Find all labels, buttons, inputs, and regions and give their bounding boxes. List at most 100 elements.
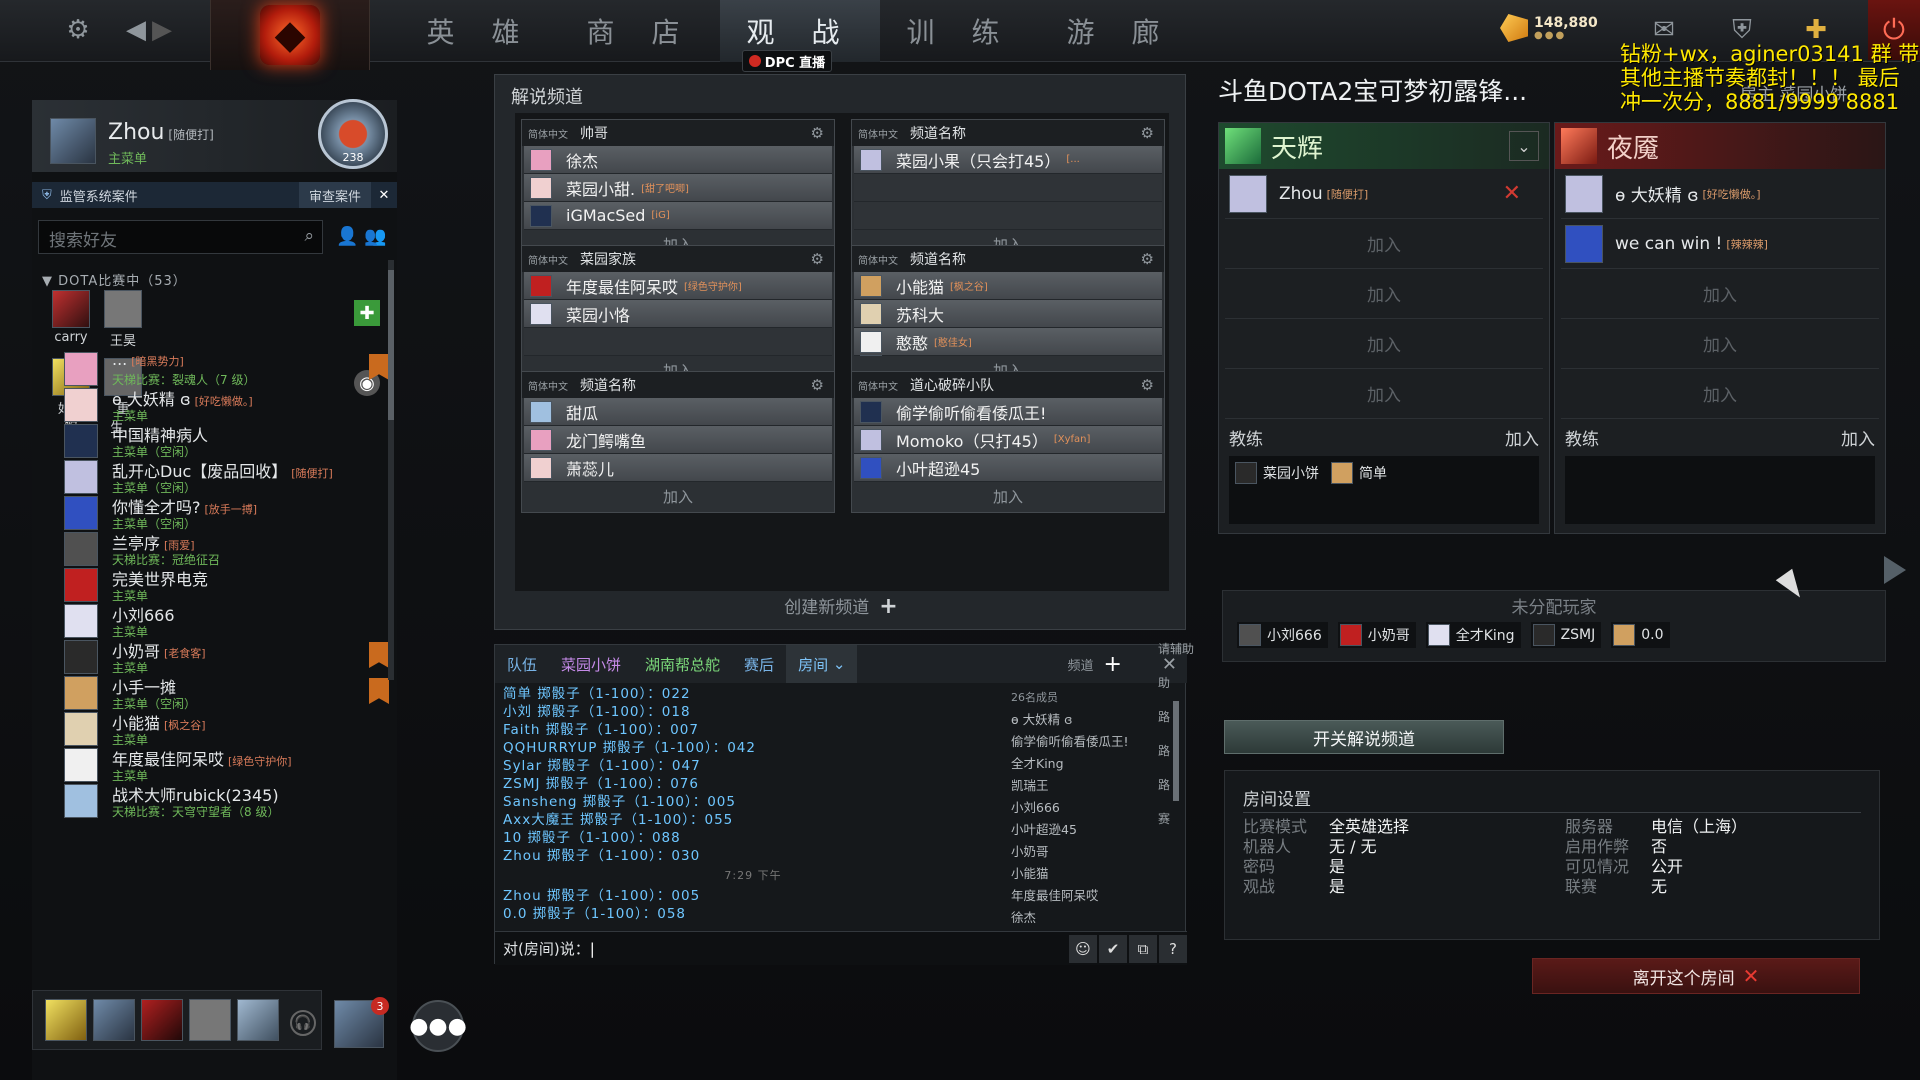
caster-slot[interactable]: 萧蕊儿 <box>524 454 832 482</box>
unassigned-player[interactable]: ZSMJ <box>1530 622 1602 648</box>
friend-avatar[interactable] <box>64 568 98 602</box>
player-slot[interactable]: ɵ 大妖精 ɞ [好吃懒做。] <box>1561 169 1879 219</box>
bookmark-icon[interactable] <box>369 354 389 380</box>
close-icon[interactable]: ✕ <box>371 182 397 208</box>
party-avatar[interactable] <box>237 999 279 1041</box>
join-slot-button[interactable]: 加入 <box>1561 269 1879 319</box>
friend-avatar[interactable] <box>64 748 98 782</box>
member-name[interactable]: 偷学偷听偷看倭瓜王! <box>1011 731 1171 753</box>
tab-guild[interactable]: 湖南帮总舵 <box>633 645 732 683</box>
gear-icon[interactable]: ⚙ <box>1141 124 1154 142</box>
nav-heroes[interactable]: 英 雄 <box>400 0 560 62</box>
coach[interactable]: 简单 <box>1331 462 1387 484</box>
caster-slot[interactable]: 菜园小果（只会打45） [... <box>854 146 1162 174</box>
player-slot[interactable]: Zhou [随便打] ✕ <box>1225 169 1543 219</box>
empty-caster-slot[interactable] <box>854 174 1162 202</box>
member-scrollbar[interactable] <box>1173 701 1179 801</box>
tab-room[interactable]: 房间 ⌄ <box>786 645 858 683</box>
voice-headset-icon[interactable]: 🎧 <box>290 1010 316 1036</box>
toggle-broadcast-button[interactable]: 开关解说频道 <box>1224 720 1504 754</box>
add-channel-icon[interactable]: + <box>1103 652 1121 677</box>
friend-search-input[interactable]: 搜索好友 ⌕ <box>38 220 323 254</box>
caster-slot[interactable]: 菜园小恪 <box>524 300 832 328</box>
popout-icon[interactable]: ⧉ <box>1129 934 1157 963</box>
gear-icon[interactable]: ⚙ <box>811 250 824 268</box>
chat-input[interactable]: 对(房间)说： | ☺ ✔ ⧉ ? <box>495 931 1187 965</box>
friend-avatar[interactable] <box>64 784 98 818</box>
member-name[interactable]: 小叶超逊45 <box>1011 819 1171 841</box>
coach[interactable]: 菜园小饼 <box>1235 462 1319 484</box>
unassigned-player[interactable]: 0.0 <box>1611 622 1670 648</box>
member-name[interactable]: ɵ 大妖精 ɞ <box>1011 709 1171 731</box>
caster-slot[interactable]: 小叶超逊45 <box>854 454 1162 482</box>
join-channel-button[interactable]: 加入 <box>522 482 834 510</box>
party-avatar[interactable] <box>45 999 87 1041</box>
tab-postgame[interactable]: 赛后 <box>732 645 786 683</box>
invite-plus-icon[interactable]: ✚ <box>354 300 380 326</box>
create-channel-button[interactable]: 创建新频道 + <box>495 593 1187 619</box>
party-avatar[interactable] <box>141 999 183 1041</box>
help-icon[interactable]: ? <box>1159 934 1187 963</box>
search-icon[interactable]: ⌕ <box>304 226 314 246</box>
member-name[interactable]: 年度最佳阿呆哎 <box>1011 885 1171 907</box>
nav-learn[interactable]: 训 练 <box>880 0 1040 62</box>
member-name[interactable]: 徐杰 <box>1011 907 1171 923</box>
emoji-icon[interactable]: ☺ <box>1069 934 1097 963</box>
empty-caster-slot[interactable] <box>854 202 1162 230</box>
join-slot-button[interactable]: 加入 <box>1225 319 1543 369</box>
member-name[interactable]: 凯瑞王 <box>1011 775 1171 797</box>
unassigned-player[interactable]: 全才King <box>1425 622 1521 648</box>
empty-caster-slot[interactable] <box>524 328 832 356</box>
check-icon[interactable]: ✔ <box>1099 934 1127 963</box>
friend-avatar[interactable] <box>64 640 98 674</box>
caster-slot[interactable]: 龙门鳄嘴鱼 <box>524 426 832 454</box>
caster-slot[interactable]: 甜瓜 <box>524 398 832 426</box>
next-arrow-icon[interactable] <box>1884 556 1906 584</box>
gear-icon[interactable]: ⚙ <box>1141 376 1154 394</box>
rank-medal-icon[interactable]: 238 <box>309 94 397 174</box>
member-name[interactable]: 小刘666 <box>1011 797 1171 819</box>
caster-slot[interactable]: Momoko（只打45） [Xyfan] <box>854 426 1162 454</box>
review-case-button[interactable]: 审查案件 <box>298 182 371 208</box>
unassigned-player[interactable]: 小刘666 <box>1237 622 1328 648</box>
caster-slot[interactable]: 憨憨 [憨佳女] <box>854 328 1162 356</box>
add-friend-icon[interactable]: 👤 <box>336 226 358 247</box>
join-channel-button[interactable]: 加入 <box>852 482 1164 510</box>
party-invites[interactable]: 3 <box>334 997 389 1048</box>
caster-slot[interactable]: 徐杰 <box>524 146 832 174</box>
caster-slot[interactable]: iGMacSed [iG] <box>524 202 832 230</box>
kick-icon[interactable]: ✕ <box>1503 181 1521 206</box>
nav-store[interactable]: 商 店 <box>560 0 720 62</box>
friend-avatar[interactable] <box>64 676 98 710</box>
my-profile[interactable]: Zhou [随便打] 主菜单 238 <box>32 99 397 172</box>
group-header[interactable]: ▼ DOTA比赛中（53） <box>42 270 187 289</box>
join-slot-button[interactable]: 加入 <box>1561 369 1879 419</box>
member-name[interactable]: 小能猫 <box>1011 863 1171 885</box>
bookmark-icon[interactable] <box>369 642 389 668</box>
leave-lobby-button[interactable]: 离开这个房间 ✕ <box>1532 958 1860 994</box>
party-avatar[interactable] <box>93 999 135 1041</box>
chevron-down-icon[interactable]: ⌄ <box>1509 131 1539 161</box>
gear-icon[interactable]: ⚙ <box>811 124 824 142</box>
friend-avatar[interactable] <box>64 424 98 458</box>
friend-list-scrollbar[interactable] <box>388 260 394 680</box>
friend-avatar[interactable] <box>64 352 98 386</box>
caster-slot[interactable]: 苏科大 <box>854 300 1162 328</box>
member-name[interactable]: 小奶哥 <box>1011 841 1171 863</box>
friend-avatar[interactable] <box>64 388 98 422</box>
friend-avatar[interactable] <box>64 496 98 530</box>
friend-avatar[interactable] <box>64 532 98 566</box>
member-name[interactable]: 全才King <box>1011 753 1171 775</box>
nav-arcade[interactable]: 游 廊 <box>1040 0 1200 62</box>
friend-avatar[interactable] <box>64 460 98 494</box>
party-avatar[interactable] <box>189 999 231 1041</box>
settings-gear-icon[interactable]: ⚙ <box>62 14 94 46</box>
coach-join-button[interactable]: 加入 <box>1841 425 1875 450</box>
join-slot-button[interactable]: 加入 <box>1225 269 1543 319</box>
join-slot-button[interactable]: 加入 <box>1561 319 1879 369</box>
friend-avatar[interactable] <box>64 604 98 638</box>
bookmark-icon[interactable] <box>369 678 389 704</box>
join-slot-button[interactable]: 加入 <box>1225 219 1543 269</box>
scrollbar-thumb[interactable] <box>388 270 394 420</box>
chat-wheel-icon[interactable]: ●●● <box>409 1000 467 1052</box>
